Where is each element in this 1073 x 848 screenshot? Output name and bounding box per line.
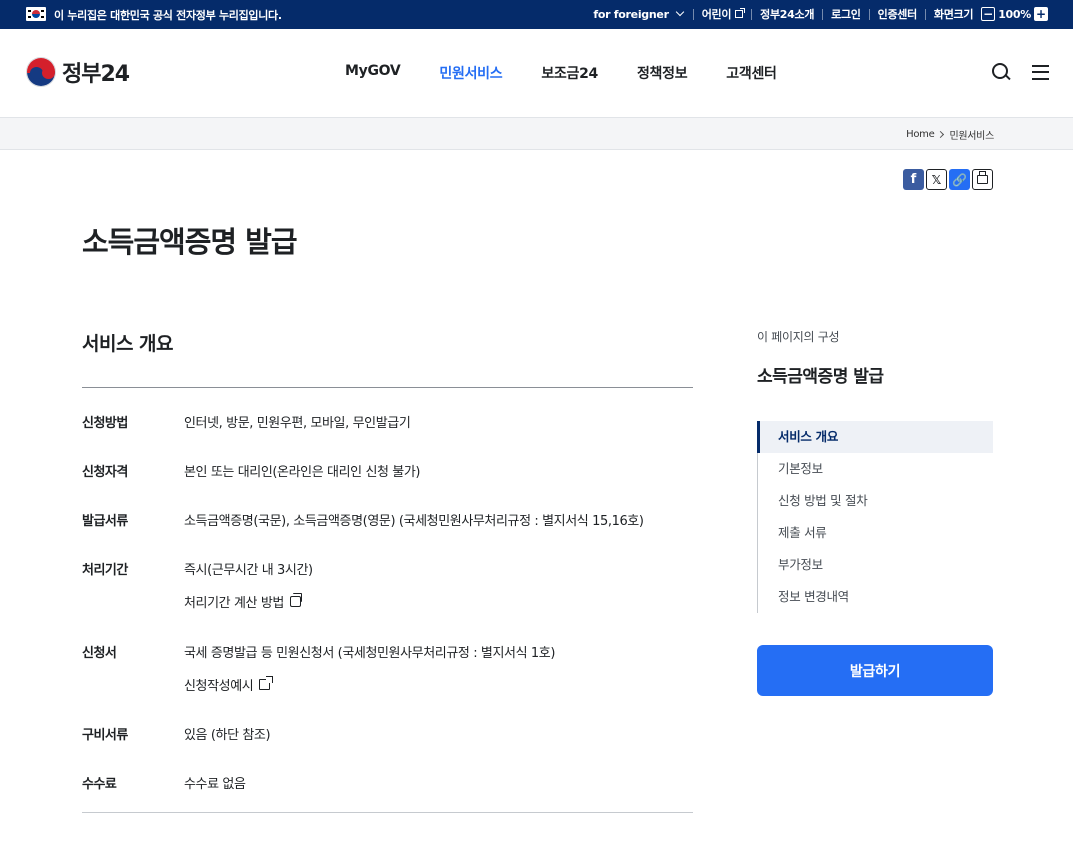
login-link[interactable]: 로그인 (831, 6, 861, 22)
korean-flag-icon (26, 7, 46, 21)
processing-time-calc-link[interactable]: 처리기간 계산 방법 (184, 592, 302, 611)
search-icon[interactable] (992, 63, 1010, 81)
row-key: 신청방법 (82, 416, 128, 431)
page-toc: 서비스 개요 기본정보 신청 방법 및 절차 제출 서류 부가정보 정보 변경내… (757, 421, 993, 613)
nav-subsidy24[interactable]: 보조금24 (541, 63, 598, 83)
overview-section-title: 서비스 개요 (82, 333, 174, 355)
row-value: 인터넷, 방문, 민원우편, 모바일, 무인발급기 (184, 416, 411, 431)
chevron-down-icon (675, 7, 684, 17)
share-buttons: f 𝕏 🔗 (903, 169, 995, 190)
link-label: 신청작성예시 (184, 679, 254, 694)
copy-link-icon[interactable]: 🔗 (949, 169, 970, 190)
row-value: 즉시(근무시간 내 3시간) (184, 563, 313, 578)
toc-item-documents[interactable]: 제출 서류 (758, 517, 993, 549)
section-divider (82, 387, 693, 388)
print-icon[interactable] (972, 169, 993, 190)
kids-link[interactable]: 어린이 (701, 6, 746, 22)
about-link[interactable]: 정부24소개 (760, 6, 814, 22)
header-actions (992, 63, 1049, 81)
row-key: 신청자격 (82, 465, 128, 480)
external-link-icon (735, 8, 746, 18)
breadcrumb-current[interactable]: 민원서비스 (949, 127, 994, 142)
new-window-icon (259, 676, 274, 690)
row-key: 처리기간 (82, 563, 128, 578)
toc-item-procedure[interactable]: 신청 방법 및 절차 (758, 485, 993, 517)
kids-label: 어린이 (701, 8, 732, 21)
foreigner-link[interactable]: for foreigner (593, 8, 684, 21)
row-value: 본인 또는 대리인(온라인은 대리인 신청 불가) (184, 465, 421, 480)
zoom-in-button[interactable]: + (1034, 7, 1048, 21)
main-nav: MyGOV 민원서비스 보조금24 정책정보 고객센터 (345, 63, 816, 83)
nav-civil-services[interactable]: 민원서비스 (439, 63, 502, 83)
zoom-out-button[interactable]: − (981, 7, 996, 21)
toc-caption: 이 페이지의 구성 (757, 330, 840, 344)
row-value: 있음 (하단 참조) (184, 728, 271, 743)
zoom-value: 100% (998, 7, 1031, 21)
official-site-notice: 이 누리집은 대한민국 공식 전자정부 누리집입니다. (54, 9, 282, 22)
chevron-right-icon (937, 130, 945, 139)
nav-mygov[interactable]: MyGOV (345, 63, 401, 83)
nav-policy-info[interactable]: 정책정보 (637, 63, 688, 83)
table-bottom-divider (82, 812, 693, 813)
row-key: 수수료 (82, 777, 117, 792)
breadcrumb-home[interactable]: Home (906, 129, 935, 140)
utility-links: for foreigner 어린이 정부24소개 로그인 인증센터 화면크기 −… (593, 6, 1051, 22)
row-key: 신청서 (82, 646, 117, 661)
cert-center-link[interactable]: 인증센터 (878, 6, 918, 22)
gov-banner: 이 누리집은 대한민국 공식 전자정부 누리집입니다. for foreigne… (0, 0, 1073, 29)
row-value: 국세 증명발급 등 민원신청서 (국세청민원사무처리규정 : 별지서식 1호) (184, 646, 556, 661)
row-key: 구비서류 (82, 728, 128, 743)
application-example-link[interactable]: 신청작성예시 (184, 675, 274, 694)
facebook-share-icon[interactable]: f (903, 169, 924, 190)
row-value: 수수료 없음 (184, 777, 246, 792)
link-label: 처리기간 계산 방법 (184, 596, 284, 611)
hamburger-menu-icon[interactable] (1032, 64, 1049, 80)
toc-item-change-history[interactable]: 정보 변경내역 (758, 581, 993, 613)
copy-icon (289, 593, 302, 607)
taegeuk-emblem-icon (26, 57, 56, 87)
row-value: 소득금액증명(국문), 소득금액증명(영문) (국세청민원사무처리규정 : 별지… (184, 514, 644, 529)
nav-customer-center[interactable]: 고객센터 (726, 63, 777, 83)
site-header: 정부24 MyGOV 민원서비스 보조금24 정책정보 고객센터 (0, 29, 1073, 118)
breadcrumb: Home 민원서비스 (906, 127, 994, 142)
toc-title: 소득금액증명 발급 (757, 367, 884, 387)
toc-item-basic-info[interactable]: 기본정보 (758, 453, 993, 485)
x-share-icon[interactable]: 𝕏 (926, 169, 947, 190)
logo-text: 정부24 (62, 62, 130, 87)
site-logo[interactable]: 정부24 (26, 56, 130, 88)
breadcrumb-bar: Home 민원서비스 (0, 118, 1073, 150)
row-key: 발급서류 (82, 514, 128, 529)
foreigner-label: for foreigner (593, 7, 669, 21)
toc-item-overview[interactable]: 서비스 개요 (757, 421, 993, 453)
page-title: 소득금액증명 발급 (82, 225, 298, 259)
toc-item-additional-info[interactable]: 부가정보 (758, 549, 993, 581)
zoom-label: 화면크기 (933, 8, 974, 21)
issue-button[interactable]: 발급하기 (757, 645, 993, 696)
